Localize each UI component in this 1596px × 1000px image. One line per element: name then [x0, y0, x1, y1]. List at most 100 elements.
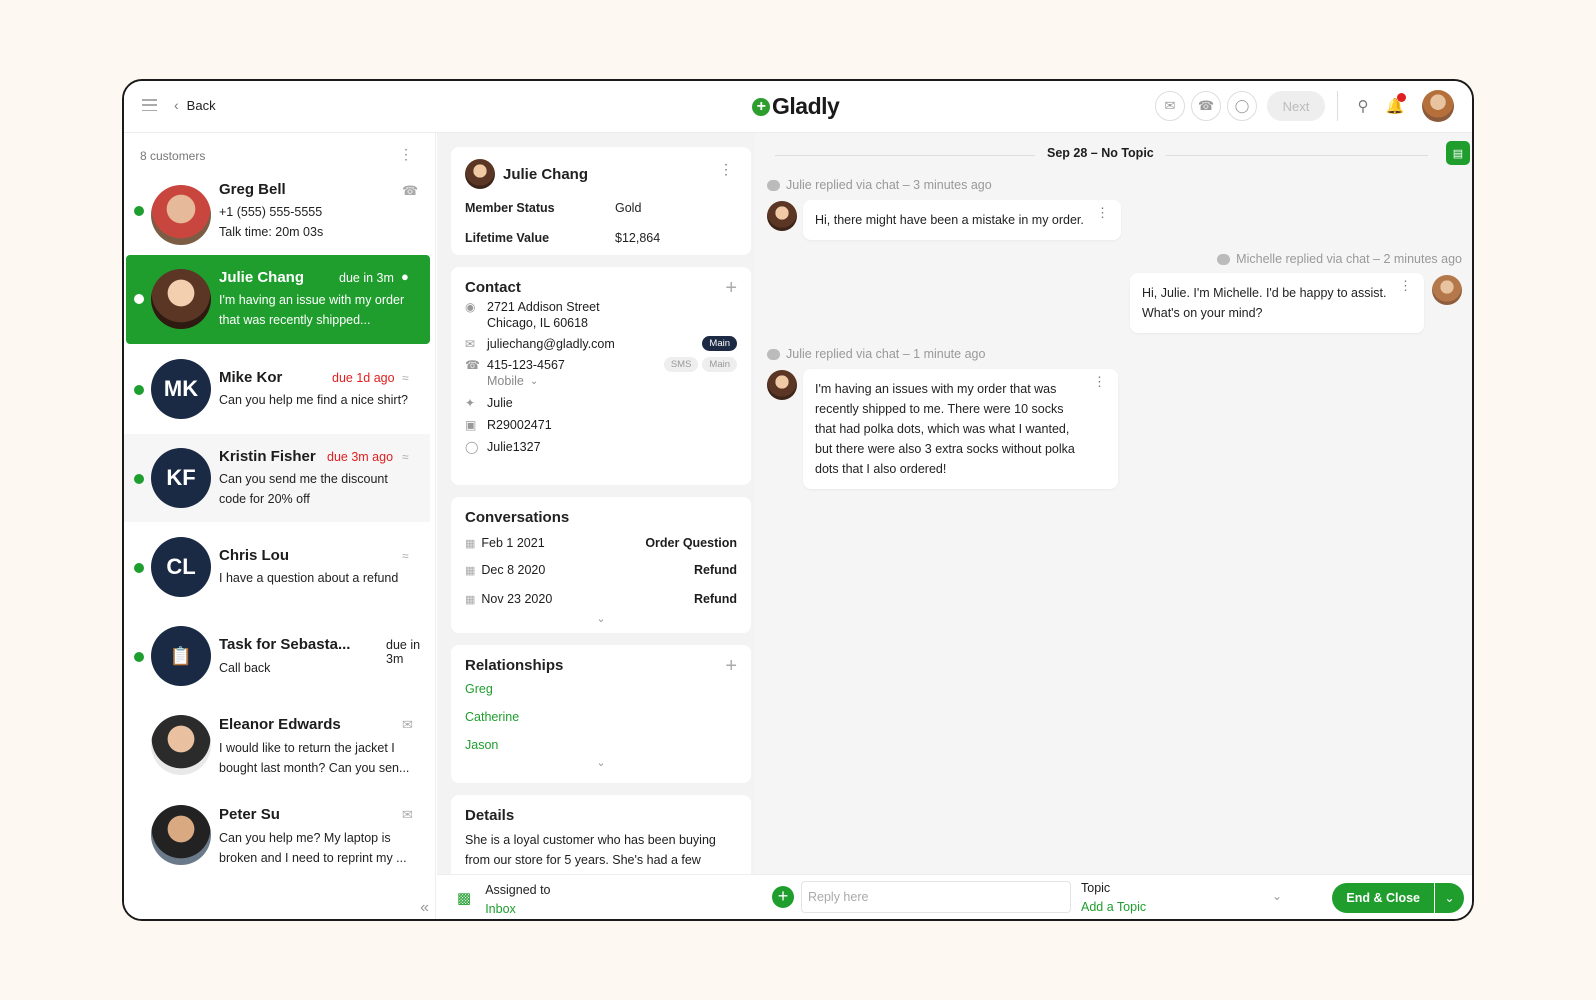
chevron-down-icon[interactable]: ⌄ [1434, 883, 1464, 913]
agent-avatar [1432, 275, 1462, 305]
avatar [465, 159, 495, 189]
customer-avatar [767, 370, 797, 400]
inbox-tray-icon: ▩ [457, 890, 472, 907]
conversations-card: Conversations ▦ Feb 1 2021 Order Question … [451, 497, 751, 633]
online-dot [134, 652, 144, 662]
kebab-menu-icon[interactable]: ⋮ [1093, 375, 1106, 388]
composer-bar: ▩ Assigned to Inbox + Reply here Topic A… [437, 874, 1472, 919]
online-dot [134, 385, 144, 395]
conversation-row[interactable]: ▦ Dec 8 2020 Refund [465, 563, 737, 577]
customer-preview: I have a question about a refund [219, 571, 399, 585]
assigned-value[interactable]: Inbox [485, 902, 550, 916]
phone-type-select[interactable]: Mobile [487, 374, 524, 388]
instagram-icon: ◯ [465, 440, 479, 454]
conversation-topic: Refund [693, 563, 737, 577]
list-item[interactable]: Peter Su ✉ Can you help me? My laptop is… [124, 801, 430, 881]
top-bar: ‹ Back + Gladly ✉ ☎ ◯ Next ⚲ 🔔 [124, 81, 1472, 133]
message-text: What's on your mind? [1142, 306, 1263, 320]
reply-input[interactable]: Reply here [801, 881, 1071, 913]
topic-label: Topic [1081, 881, 1111, 895]
conversation-row[interactable]: ▦ Nov 23 2020 Refund [465, 592, 737, 606]
contact-title: Contact [465, 279, 521, 296]
details-title: Details [465, 807, 515, 824]
next-button[interactable]: Next [1267, 91, 1325, 121]
customer-preview: code for 20% off [219, 492, 310, 506]
list-item[interactable]: MK Mike Kor due 1d ago ≈ Can you help me… [124, 355, 430, 431]
list-item[interactable]: Eleanor Edwards ✉ I would like to return… [124, 711, 430, 791]
message-meta: Julie replied via chat – 3 minutes ago [767, 178, 992, 192]
phone-icon: ☎ [465, 357, 480, 372]
email-icon: ✉ [402, 807, 413, 822]
topic-selector[interactable]: Topic Add a Topic [1081, 881, 1146, 914]
avatar [151, 715, 211, 775]
kebab-menu-icon[interactable]: ⋮ [399, 147, 413, 161]
message-text: Hi, Julie. I'm Michelle. I'd be happy to… [1142, 286, 1387, 300]
relationships-card: Relationships + Greg Catherine Jason ⌄ [451, 645, 751, 783]
chat-bubble-icon [1217, 253, 1231, 265]
member-status-label: Member Status [465, 201, 555, 215]
customer-preview: broken and I need to reprint my ... [219, 851, 407, 865]
lifetime-value: $12,864 [615, 231, 661, 245]
list-item[interactable]: Greg Bell ☎ +1 (555) 555-5555 Talk time:… [124, 177, 430, 253]
chevron-down-icon[interactable]: ⌄ [1272, 889, 1282, 903]
kebab-menu-icon[interactable]: ⋮ [719, 162, 733, 176]
address-line: Chicago, IL 60618 [487, 316, 589, 330]
chevron-left-icon: ‹ [174, 97, 179, 113]
relationship-link[interactable]: Catherine [465, 710, 737, 724]
add-button[interactable]: + [772, 886, 794, 908]
email-icon[interactable]: ✉ [1155, 91, 1185, 121]
profile-card: Julie Chang ⋮ Member Status Gold Lifetim… [451, 147, 751, 255]
relationship-link[interactable]: Jason [465, 738, 737, 752]
assigned-to[interactable]: ▩ Assigned to Inbox [457, 883, 551, 916]
customer-preview: I would like to return the jacket I [219, 741, 395, 755]
customer-preview: I'm having an issue with my order [219, 293, 405, 307]
message-meta: Julie replied via chat – 1 minute ago [767, 347, 985, 361]
knowledge-base-icon[interactable]: ▤ [1446, 141, 1470, 165]
kebab-menu-icon[interactable]: ⋮ [1399, 279, 1412, 292]
phone-icon[interactable]: ☎ [1191, 91, 1221, 121]
expand-chevron-icon[interactable]: ⌄ [465, 612, 737, 625]
list-item-task[interactable]: 📋 Task for Sebasta... due in 3m Call bac… [124, 622, 430, 698]
add-contact-icon[interactable]: + [725, 278, 737, 298]
twitter-handle: Julie [487, 396, 513, 410]
bell-icon[interactable]: 🔔 [1382, 93, 1408, 119]
list-item-active[interactable]: Julie Chang due in 3m ● I'm having an is… [126, 255, 430, 344]
kebab-menu-icon[interactable]: ⋮ [1096, 206, 1109, 219]
search-icon[interactable]: ⚲ [1350, 93, 1376, 119]
email-value[interactable]: juliechang@gladly.com [487, 337, 615, 351]
chat-bubble-icon [767, 179, 780, 191]
list-item[interactable]: KF Kristin Fisher due 3m ago ≈ Can you s… [124, 434, 430, 522]
phone-value[interactable]: 415-123-4567 [487, 358, 565, 372]
customer-name: Task for Sebasta... [219, 636, 351, 653]
expand-chevron-icon[interactable]: ⌄ [465, 756, 737, 769]
wifi-icon: ≈ [402, 371, 409, 385]
add-topic-link[interactable]: Add a Topic [1081, 900, 1146, 914]
conversations-title: Conversations [465, 509, 570, 526]
end-close-button[interactable]: End & Close [1332, 883, 1434, 913]
collapse-icon[interactable]: « [420, 899, 429, 917]
message-text: Hi, there might have been a mistake in m… [815, 213, 1084, 227]
chat-icon[interactable]: ◯ [1227, 91, 1257, 121]
back-button[interactable]: ‹ Back [174, 97, 216, 113]
conversation-panel: Sep 28 – No Topic ▤ Julie replied via ch… [755, 133, 1472, 878]
conversation-row[interactable]: ▦ Feb 1 2021 Order Question [465, 536, 737, 550]
list-item[interactable]: CL Chris Lou ≈ I have a question about a… [124, 533, 430, 609]
conversation-date: Nov 23 2020 [481, 592, 553, 606]
details-card: Details She is a loyal customer who has … [451, 795, 751, 878]
add-relationship-icon[interactable]: + [725, 656, 737, 676]
contact-card: Contact + ◉ 2721 Addison Street Chicago, … [451, 267, 751, 485]
message-text: I'm having an issues with my order that … [815, 382, 1057, 396]
customer-name: Greg Bell [219, 181, 286, 198]
customer-profile-panel: Julie Chang ⋮ Member Status Gold Lifetim… [437, 133, 755, 878]
relationship-link[interactable]: Greg [465, 682, 737, 696]
menu-icon[interactable] [142, 99, 157, 111]
avatar [151, 805, 211, 865]
avatar [151, 185, 211, 245]
assigned-label: Assigned to [485, 883, 551, 897]
profile-name: Julie Chang [503, 165, 589, 183]
user-avatar[interactable] [1422, 90, 1454, 122]
customer-name: Eleanor Edwards [219, 716, 341, 733]
clipboard-icon: 📋 [151, 626, 211, 686]
customer-name: Peter Su [219, 806, 280, 823]
customer-preview: Talk time: 20m 03s [219, 225, 324, 239]
